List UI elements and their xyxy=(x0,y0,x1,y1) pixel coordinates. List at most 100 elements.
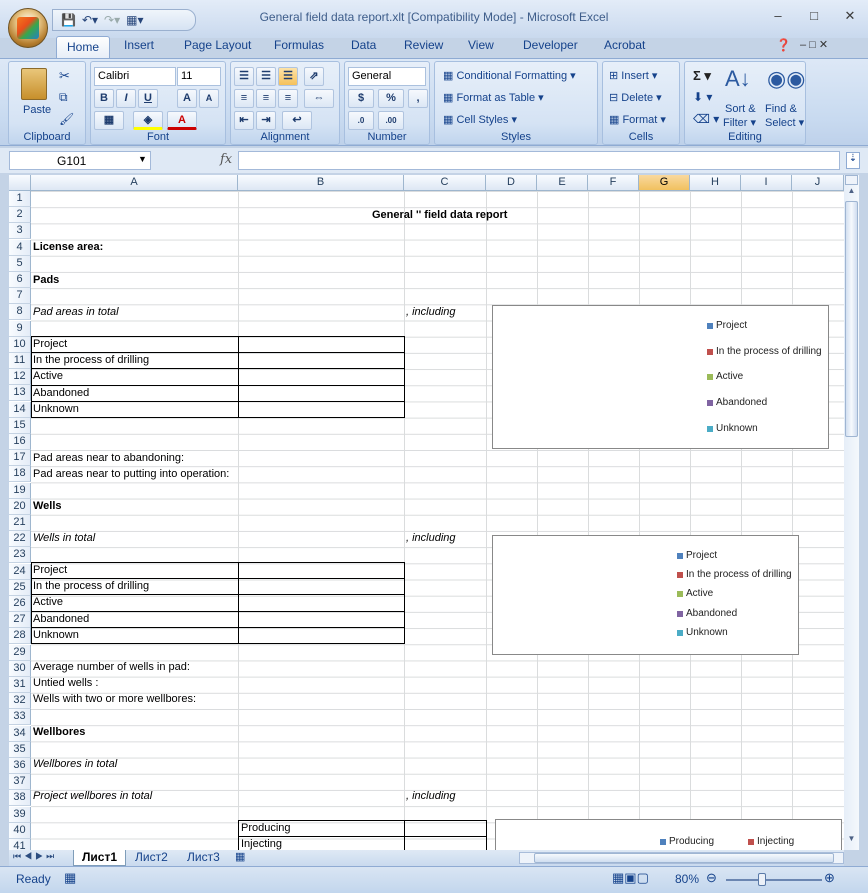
macro-record-icon[interactable]: ▦ xyxy=(64,870,76,886)
align-center-icon[interactable]: ≡ xyxy=(256,89,276,108)
row-header-9[interactable]: 9 xyxy=(9,320,31,337)
row-header-6[interactable]: 6 xyxy=(9,272,31,288)
column-header-g[interactable]: G xyxy=(639,175,690,191)
row-header-16[interactable]: 16 xyxy=(9,434,31,450)
scroll-down-icon[interactable]: ▼ xyxy=(845,834,858,848)
percent-icon[interactable]: % xyxy=(378,89,404,108)
row-header-4[interactable]: 4 xyxy=(9,239,31,256)
worksheet-grid[interactable]: A B C D E F G H I J 1 2 3 4 5 6 7 8 9 10 11 12 13 14 1… xyxy=(9,175,844,850)
clear-icon[interactable]: ⌫ ▾ xyxy=(693,112,719,126)
row-header-15[interactable]: 15 xyxy=(9,417,31,434)
wellbores-chart[interactable]: Producing Injecting xyxy=(495,819,842,850)
column-header-h[interactable]: H xyxy=(690,175,741,191)
comma-icon[interactable]: , xyxy=(408,89,428,108)
paste-icon[interactable] xyxy=(21,68,47,100)
row-header-38[interactable]: 38 xyxy=(9,790,31,807)
zoom-slider[interactable] xyxy=(726,879,822,881)
minimize-button[interactable]: – xyxy=(760,8,796,24)
tab-view[interactable]: View xyxy=(468,38,494,52)
number-format-box[interactable]: General xyxy=(348,67,426,86)
font-size-box[interactable]: 11 xyxy=(177,67,221,86)
row-header-32[interactable]: 32 xyxy=(9,693,31,710)
increase-decimal-icon[interactable]: .0 xyxy=(348,111,374,130)
row-header-31[interactable]: 31 xyxy=(9,677,31,693)
select-all-corner[interactable] xyxy=(9,175,31,191)
sheet-tab-1[interactable]: Лист1 xyxy=(73,850,127,866)
vertical-scrollbar[interactable]: ▲ ▼ xyxy=(844,175,859,850)
row-header-40[interactable]: 40 xyxy=(9,822,31,839)
sheet-tab-2[interactable]: Лист2 xyxy=(127,850,176,866)
find-select-label-1[interactable]: Find & xyxy=(765,103,797,115)
row-header-8[interactable]: 8 xyxy=(9,304,31,321)
wells-chart[interactable]: Project In the process of drilling Activ… xyxy=(492,535,799,655)
row-header-36[interactable]: 36 xyxy=(9,758,31,774)
horizontal-scrollbar[interactable] xyxy=(519,852,844,864)
sort-filter-label-1[interactable]: Sort & xyxy=(725,103,756,115)
orientation-icon[interactable]: ⇗ xyxy=(304,67,324,86)
row-header-39[interactable]: 39 xyxy=(9,806,31,823)
view-buttons-icon[interactable]: ▦▣▢ xyxy=(612,870,649,886)
zoom-in-icon[interactable]: ⊕ xyxy=(824,870,835,886)
tab-insert[interactable]: Insert xyxy=(124,38,154,52)
close-button[interactable]: ✕ xyxy=(832,8,868,24)
row-header-41[interactable]: 41 xyxy=(9,839,31,850)
row-header-34[interactable]: 34 xyxy=(9,725,31,742)
row-header-12[interactable]: 12 xyxy=(9,369,31,386)
font-name-box[interactable]: Calibri xyxy=(94,67,176,86)
row-header-33[interactable]: 33 xyxy=(9,709,31,726)
cell-area[interactable] xyxy=(31,191,844,850)
tab-developer[interactable]: Developer xyxy=(523,38,578,52)
scroll-up-icon[interactable]: ▲ xyxy=(845,186,858,200)
fill-color-icon[interactable]: ◈ xyxy=(133,111,163,130)
ribbon-minimize-icon[interactable]: – □ ✕ xyxy=(800,38,828,51)
decrease-decimal-icon[interactable]: .00 xyxy=(378,111,404,130)
row-header-2[interactable]: 2 xyxy=(9,207,31,224)
row-header-28[interactable]: 28 xyxy=(9,628,31,645)
row-header-17[interactable]: 17 xyxy=(9,450,31,467)
merge-center-icon[interactable]: ⇔ xyxy=(304,89,334,108)
column-header-j[interactable]: J xyxy=(792,175,844,191)
column-header-f[interactable]: F xyxy=(588,175,639,191)
format-painter-icon[interactable]: 🖌 xyxy=(59,112,74,126)
bold-button[interactable]: B xyxy=(94,89,114,108)
increase-indent-icon[interactable]: ⇥ xyxy=(256,111,276,130)
delete-cells-button[interactable]: ⊟ Delete ▾ xyxy=(609,91,662,104)
sort-filter-label-2[interactable]: Filter ▾ xyxy=(723,116,756,129)
row-header-10[interactable]: 10 xyxy=(9,336,31,353)
column-header-i[interactable]: I xyxy=(741,175,792,191)
split-box[interactable] xyxy=(845,175,858,185)
row-header-35[interactable]: 35 xyxy=(9,741,31,758)
align-top-icon[interactable]: ☰ xyxy=(234,67,254,86)
row-header-37[interactable]: 37 xyxy=(9,774,31,791)
cell-styles-button[interactable]: ▦ Cell Styles ▾ xyxy=(443,113,517,126)
tab-acrobat[interactable]: Acrobat xyxy=(604,38,645,52)
decrease-indent-icon[interactable]: ⇤ xyxy=(234,111,254,130)
autosum-icon[interactable]: Σ ▾ xyxy=(693,68,711,84)
row-header-1[interactable]: 1 xyxy=(9,191,31,207)
tab-review[interactable]: Review xyxy=(404,38,443,52)
undo-icon[interactable]: ↶▾ xyxy=(82,13,98,27)
maximize-button[interactable]: □ xyxy=(796,8,832,24)
row-header-5[interactable]: 5 xyxy=(9,255,31,272)
sheet-nav-icon[interactable]: ⏮◀▶⏭ xyxy=(13,851,57,862)
scroll-thumb[interactable] xyxy=(845,201,858,437)
row-header-29[interactable]: 29 xyxy=(9,644,31,661)
expand-formula-icon[interactable]: ⇣ xyxy=(846,152,860,169)
row-header-18[interactable]: 18 xyxy=(9,466,31,483)
save-icon[interactable]: 💾 xyxy=(61,13,76,27)
format-cells-button[interactable]: ▦ Format ▾ xyxy=(609,113,666,126)
fill-icon[interactable]: ⬇ ▾ xyxy=(693,90,712,104)
format-as-table-button[interactable]: ▦ Format as Table ▾ xyxy=(443,91,544,104)
row-header-22[interactable]: 22 xyxy=(9,531,31,548)
column-header-a[interactable]: A xyxy=(31,175,238,191)
row-header-24[interactable]: 24 xyxy=(9,563,31,580)
row-header-21[interactable]: 21 xyxy=(9,515,31,531)
underline-button[interactable]: U xyxy=(138,89,158,108)
pads-chart[interactable]: Project In the process of drilling Activ… xyxy=(492,305,829,449)
row-header-27[interactable]: 27 xyxy=(9,612,31,629)
tab-home[interactable]: Home xyxy=(56,36,111,58)
binoculars-icon[interactable]: ◉◉ xyxy=(767,66,805,92)
tab-formulas[interactable]: Formulas xyxy=(274,38,324,52)
horizontal-scroll-thumb[interactable] xyxy=(534,853,834,863)
name-box[interactable]: G101 xyxy=(9,151,151,170)
